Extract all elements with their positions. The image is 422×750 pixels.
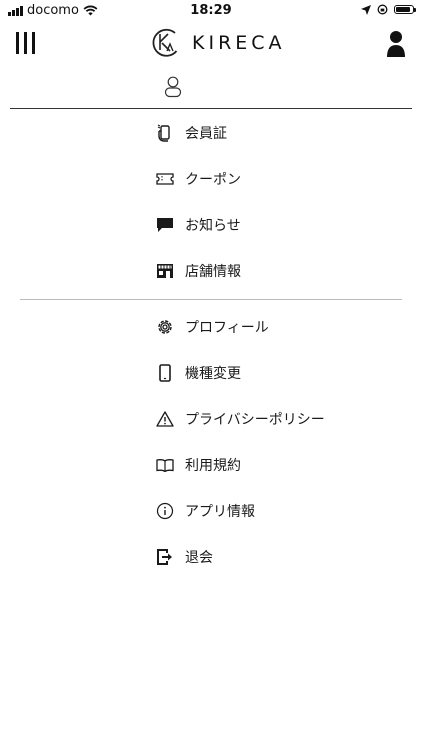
clock: 18:29 bbox=[190, 3, 232, 18]
orientation-lock-icon bbox=[377, 4, 388, 15]
battery-icon bbox=[394, 5, 416, 14]
menu-item-notifications[interactable]: お知らせ bbox=[156, 212, 241, 238]
menu-item-privacy-policy[interactable]: プライバシーポリシー bbox=[156, 406, 325, 432]
phone-hand-icon bbox=[156, 124, 174, 142]
menu-item-terms[interactable]: 利用規約 bbox=[156, 452, 241, 478]
menu-item-label: 利用規約 bbox=[185, 458, 241, 474]
menu-item-coupon[interactable]: クーポン bbox=[156, 166, 241, 192]
status-bar: docomo 18:29 bbox=[0, 0, 422, 22]
account-button[interactable] bbox=[386, 30, 406, 58]
info-icon bbox=[156, 502, 174, 520]
menu-item-label: クーポン bbox=[185, 172, 241, 188]
smartphone-icon bbox=[156, 364, 174, 382]
book-icon bbox=[156, 456, 174, 474]
menu-button[interactable] bbox=[16, 32, 38, 54]
user-outline-icon bbox=[164, 76, 182, 98]
logo-text: KIRECA bbox=[192, 32, 286, 54]
warning-icon bbox=[156, 410, 174, 428]
store-icon bbox=[156, 262, 174, 280]
menu-item-membership-card[interactable]: 会員証 bbox=[156, 120, 227, 146]
menu-item-profile[interactable]: プロフィール bbox=[156, 314, 269, 340]
user-icon bbox=[387, 31, 405, 57]
status-right bbox=[361, 4, 416, 15]
menu-item-label: お知らせ bbox=[185, 218, 241, 234]
menu-item-label: 会員証 bbox=[185, 126, 227, 142]
exit-icon bbox=[156, 548, 174, 566]
menu-item-device-change[interactable]: 機種変更 bbox=[156, 360, 241, 386]
menu-item-label: 店舗情報 bbox=[185, 264, 241, 280]
gear-icon bbox=[156, 318, 174, 336]
menu-item-app-info[interactable]: アプリ情報 bbox=[156, 498, 255, 524]
menu-item-store-info[interactable]: 店舗情報 bbox=[156, 258, 241, 284]
menu-divider bbox=[20, 299, 402, 300]
menu-item-label: 機種変更 bbox=[185, 366, 241, 382]
header-divider bbox=[10, 108, 412, 109]
kireca-logo-mark-icon bbox=[152, 28, 178, 57]
menu-item-label: プライバシーポリシー bbox=[185, 412, 325, 428]
app-header: KIRECA bbox=[0, 22, 422, 70]
menu-item-label: プロフィール bbox=[185, 320, 269, 336]
location-arrow-icon bbox=[361, 4, 371, 15]
app-logo: KIRECA bbox=[148, 26, 286, 60]
menu-item-label: 退会 bbox=[185, 550, 213, 566]
ticket-icon bbox=[156, 170, 174, 188]
menu-item-label: アプリ情報 bbox=[185, 504, 255, 520]
user-avatar[interactable] bbox=[164, 76, 182, 98]
menu-item-withdraw[interactable]: 退会 bbox=[156, 544, 213, 570]
message-icon bbox=[156, 216, 174, 234]
